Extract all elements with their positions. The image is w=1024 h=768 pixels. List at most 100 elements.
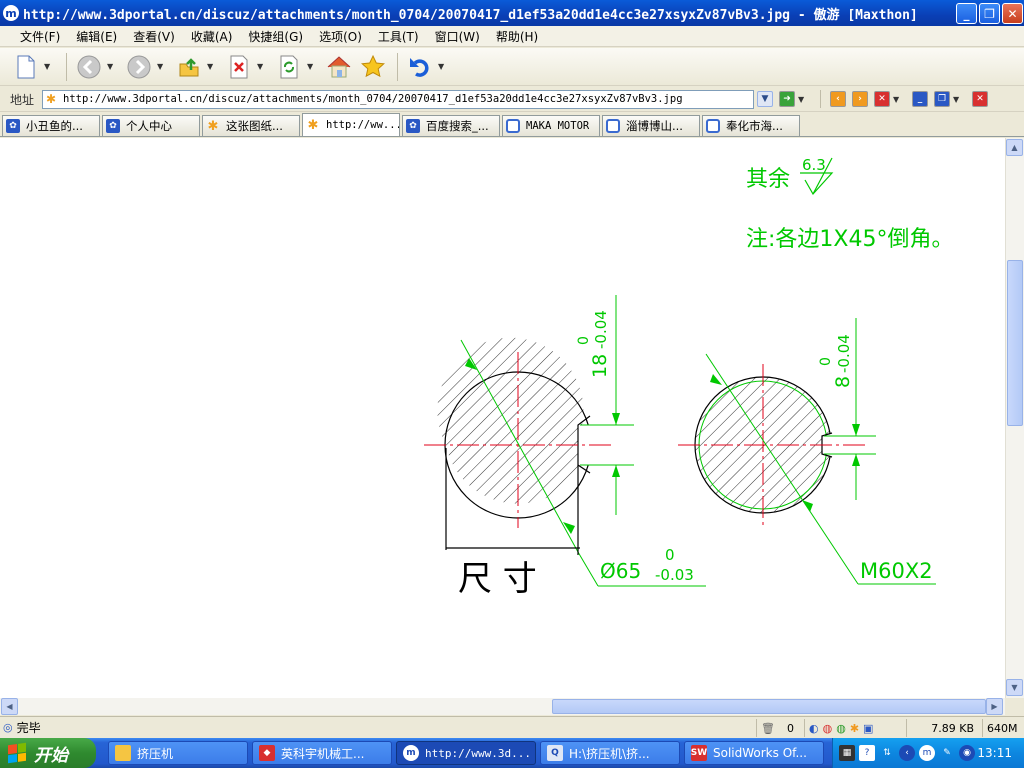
paw-icon: ✿ [6, 119, 20, 133]
menu-help[interactable]: 帮助(H) [488, 28, 546, 45]
task-extruder-folder[interactable]: 挤压机 [108, 741, 248, 765]
address-dropdown-button[interactable]: ▼ [757, 91, 774, 107]
refresh-button[interactable] [273, 51, 305, 83]
menu-file[interactable]: 文件(F) [12, 28, 68, 45]
tray-maxthon-icon[interactable]: m [919, 745, 935, 761]
volume-icon[interactable]: ◉ [959, 745, 975, 761]
address-url[interactable]: http://www.3dportal.cn/discuz/attachment… [43, 93, 713, 105]
forward-button[interactable] [123, 51, 155, 83]
quick-launch-icon[interactable]: ⇅ [879, 745, 895, 761]
close-tab-dropdown[interactable]: ▼ [893, 95, 903, 104]
next-tab-button[interactable]: › [852, 91, 869, 107]
up-level-button[interactable] [173, 51, 205, 83]
minimize-button[interactable]: _ [956, 3, 977, 24]
tab-baidu-search[interactable]: ✿ 百度搜索_... [402, 115, 500, 136]
undo-close-button[interactable] [404, 51, 436, 83]
chat-app-icon: ◆ [259, 745, 275, 761]
restore-button[interactable]: ❐ [979, 3, 1000, 24]
speaker-icon[interactable]: ◐ [809, 722, 819, 735]
toolbar-separator [397, 52, 398, 81]
tray-edit-icon[interactable]: ✎ [939, 745, 955, 761]
horizontal-scroll-thumb[interactable] [552, 699, 986, 714]
tab-fenghua[interactable]: 奉化市海... [702, 115, 800, 136]
folder-up-icon [179, 57, 199, 76]
tab-personal-center[interactable]: ✿ 个人中心 [102, 115, 200, 136]
toolbar-separator [66, 52, 67, 81]
task-yingkeyu[interactable]: ◆ 英科宇机械工... [252, 741, 392, 765]
page-icon [506, 119, 520, 133]
menu-window[interactable]: 窗口(W) [427, 28, 488, 45]
new-page-button[interactable] [10, 51, 42, 83]
address-bar: 地址 ✱ http://www.3dportal.cn/discuz/attac… [0, 87, 1024, 112]
scroll-up-arrow-icon[interactable]: ▲ [1006, 139, 1023, 156]
tab-zibo-boshan[interactable]: 淄博博山... [602, 115, 700, 136]
task-maxthon-browser[interactable]: m http://www.3d... [396, 741, 536, 765]
address-input[interactable]: ✱ http://www.3dportal.cn/discuz/attachme… [42, 89, 755, 109]
new-page-dropdown[interactable]: ▼ [44, 62, 54, 71]
scroll-left-arrow-icon[interactable]: ◀ [1, 698, 18, 715]
up-level-dropdown[interactable]: ▼ [207, 62, 217, 71]
tray-back-icon[interactable]: ‹ [899, 745, 915, 761]
solidworks-icon: SW [691, 745, 707, 761]
blocked-count: 0 [786, 721, 794, 735]
close-tab-button[interactable]: ✕ [874, 91, 891, 107]
proxy-icon[interactable]: ✱ [850, 722, 859, 735]
tab-current-image[interactable]: ✱ http://ww... [302, 113, 400, 136]
stop-button[interactable] [223, 51, 255, 83]
go-dropdown[interactable]: ▼ [798, 95, 808, 104]
popup-blocker-icon[interactable]: ◍ [823, 722, 833, 735]
start-button[interactable]: 开始 [0, 738, 96, 768]
undo-dropdown[interactable]: ▼ [438, 62, 448, 71]
menu-groups[interactable]: 快捷组(G) [240, 28, 311, 45]
tab-drawing-thread[interactable]: ✱ 这张图纸... [202, 115, 300, 136]
ad-hunter-icon[interactable]: ◍ [836, 722, 846, 735]
screenshot-icon[interactable]: ▣ [863, 722, 873, 735]
forward-arrow-icon [127, 55, 151, 78]
restore-tab-button[interactable]: ❐ [934, 91, 951, 107]
tray-app-icon[interactable]: ▦ [839, 745, 855, 761]
task-label: http://www.3d... [425, 746, 531, 760]
window-title: http://www.3dportal.cn/discuz/attachment… [23, 7, 918, 23]
go-button[interactable]: ➜ [779, 91, 796, 107]
menu-options[interactable]: 选项(O) [311, 28, 370, 45]
tab-label: 个人中心 [126, 119, 172, 133]
vertical-scroll-thumb[interactable] [1007, 260, 1023, 426]
diameter-tolerance-upper: 0 [665, 546, 675, 564]
tab-xiaochouyu[interactable]: ✿ 小丑鱼的... [2, 115, 100, 136]
menu-tools[interactable]: 工具(T) [370, 28, 427, 45]
refresh-dropdown[interactable]: ▼ [307, 62, 317, 71]
engineering-drawing-image: 其余 6.3 注:各边1X45°倒角。 18 -0.04 0 Ø65 0 -0.… [424, 156, 953, 599]
folder-icon [115, 745, 131, 761]
scroll-down-arrow-icon[interactable]: ▼ [1006, 679, 1023, 696]
tab-maka-motor[interactable]: MAKA MOTOR [502, 115, 600, 136]
task-solidworks[interactable]: SW SolidWorks Of... [684, 741, 824, 765]
forward-dropdown[interactable]: ▼ [157, 62, 167, 71]
scroll-right-arrow-icon[interactable]: ▶ [986, 698, 1003, 715]
home-button[interactable] [323, 51, 355, 83]
back-dropdown[interactable]: ▼ [107, 62, 117, 71]
task-extruder-path[interactable]: Q H:\挤压机\挤... [540, 741, 680, 765]
image-viewport: 其余 6.3 注:各边1X45°倒角。 18 -0.04 0 Ø65 0 -0.… [0, 138, 1007, 698]
vertical-scrollbar[interactable]: ▲ ▼ [1005, 138, 1024, 698]
back-button[interactable] [73, 51, 105, 83]
maxthon-app-icon[interactable]: m [3, 5, 19, 21]
restore-tab-dropdown[interactable]: ▼ [953, 95, 963, 104]
task-label: SolidWorks Of... [713, 746, 807, 760]
tab-label: 小丑鱼的... [26, 119, 83, 133]
favorites-button[interactable] [357, 51, 389, 83]
menu-edit[interactable]: 编辑(E) [68, 28, 125, 45]
refresh-icon [280, 55, 298, 78]
menu-view[interactable]: 查看(V) [125, 28, 183, 45]
page-favicon-icon: ✱ [46, 91, 57, 106]
help-icon[interactable]: ? [859, 745, 875, 761]
prev-tab-button[interactable]: ‹ [830, 91, 847, 107]
horizontal-scrollbar[interactable]: ◀ ▶ [0, 698, 1005, 715]
note-chamfer: 注:各边1X45°倒角。 [746, 227, 953, 252]
menu-favorites[interactable]: 收藏(A) [183, 28, 241, 45]
minimize-tab-button[interactable]: _ [912, 91, 929, 107]
key-depth-dimension: 18 [589, 354, 611, 378]
close-all-button[interactable]: ✕ [972, 91, 989, 107]
close-button[interactable]: ✕ [1002, 3, 1023, 24]
status-blocked-cell[interactable]: 🗑 0 [756, 719, 802, 737]
stop-dropdown[interactable]: ▼ [257, 62, 267, 71]
